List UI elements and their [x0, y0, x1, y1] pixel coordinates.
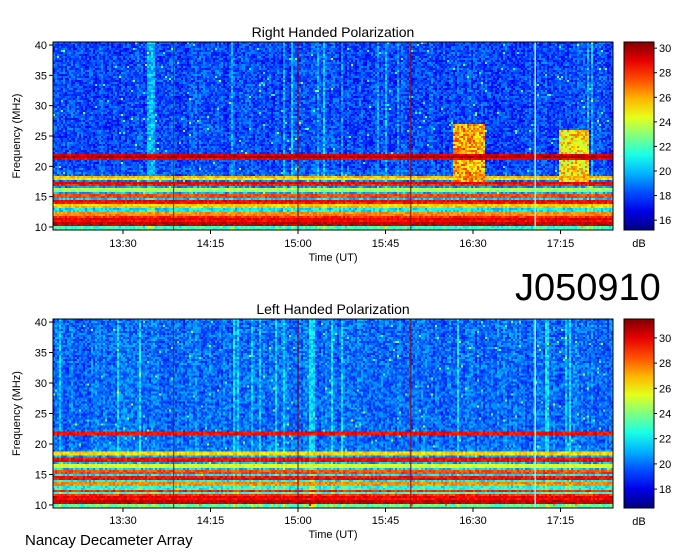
y-tick-label: 20	[35, 161, 47, 173]
y-tick-label: 10	[35, 222, 47, 234]
colorbar-tick-label: 24	[659, 117, 671, 129]
x-tick-label: 16:30	[459, 515, 487, 527]
x-axis-label: Time (UT)	[308, 252, 357, 264]
y-tick-label: 35	[35, 70, 47, 82]
panel-title: Left Handed Polarization	[256, 301, 409, 317]
x-tick-label: 17:15	[547, 238, 575, 250]
y-tick-label: 30	[35, 101, 47, 113]
colorbar-tick-label: 20	[659, 459, 671, 471]
y-tick-label: 25	[35, 131, 47, 143]
y-tick-label: 30	[35, 378, 47, 390]
figure: J050910 Nancay Decameter Array Right Han…	[11, 24, 671, 549]
y-tick-label: 40	[35, 317, 47, 329]
y-tick-label: 20	[35, 439, 47, 451]
spectrogram-image	[53, 319, 613, 508]
y-tick-label: 25	[35, 409, 47, 421]
spectrogram-panel-1: Right Handed Polarization 13:30 14:15 15:00…	[11, 24, 671, 264]
colorbar-tick-label: 20	[659, 166, 671, 178]
colorbar-tick-label: 28	[659, 68, 671, 80]
colorbar-tick-label: 24	[659, 409, 671, 421]
colorbar-tick-label: 22	[659, 434, 671, 446]
colorbar	[623, 318, 655, 509]
colorbar-label: dB	[632, 238, 645, 250]
x-tick-label: 15:00	[284, 238, 312, 250]
x-tick-label: 14:15	[197, 238, 225, 250]
y-tick-label: 10	[35, 500, 47, 512]
x-tick-label: 15:00	[284, 515, 312, 527]
y-axis-label: Frequency (MHz)	[11, 371, 23, 456]
y-tick-label: 15	[35, 192, 47, 204]
x-tick-label: 14:15	[197, 515, 225, 527]
x-tick-label: 17:15	[547, 515, 575, 527]
colorbar-tick-label: 22	[659, 141, 671, 153]
colorbar-tick-label: 18	[659, 191, 671, 203]
y-tick-label: 40	[35, 40, 47, 52]
spectrogram-panel-2: Left Handed Polarization 13:30 14:15 15:00 1…	[11, 301, 671, 541]
colorbar-tick-label: 26	[659, 383, 671, 395]
x-tick-label: 15:45	[372, 515, 400, 527]
y-axis-label: Frequency (MHz)	[11, 94, 23, 179]
figure-id: J050910	[515, 267, 661, 309]
spectrogram-image	[53, 42, 613, 230]
colorbar-tick-label: 16	[659, 215, 671, 227]
x-tick-label: 16:30	[459, 238, 487, 250]
y-tick-label: 35	[35, 348, 47, 360]
colorbar-tick-label: 28	[659, 358, 671, 370]
colorbar-tick-label: 18	[659, 484, 671, 496]
colorbar-tick-label: 30	[659, 43, 671, 55]
x-tick-label: 15:45	[372, 238, 400, 250]
x-tick-label: 13:30	[109, 515, 137, 527]
y-tick-label: 15	[35, 469, 47, 481]
panel-title: Right Handed Polarization	[252, 24, 415, 40]
colorbar	[623, 41, 655, 231]
colorbar-label: dB	[632, 516, 645, 528]
colorbar-tick-label: 30	[659, 333, 671, 345]
footer-label: Nancay Decameter Array	[25, 532, 193, 549]
x-axis-label: Time (UT)	[308, 529, 357, 541]
x-tick-label: 13:30	[109, 238, 137, 250]
colorbar-tick-label: 26	[659, 92, 671, 104]
